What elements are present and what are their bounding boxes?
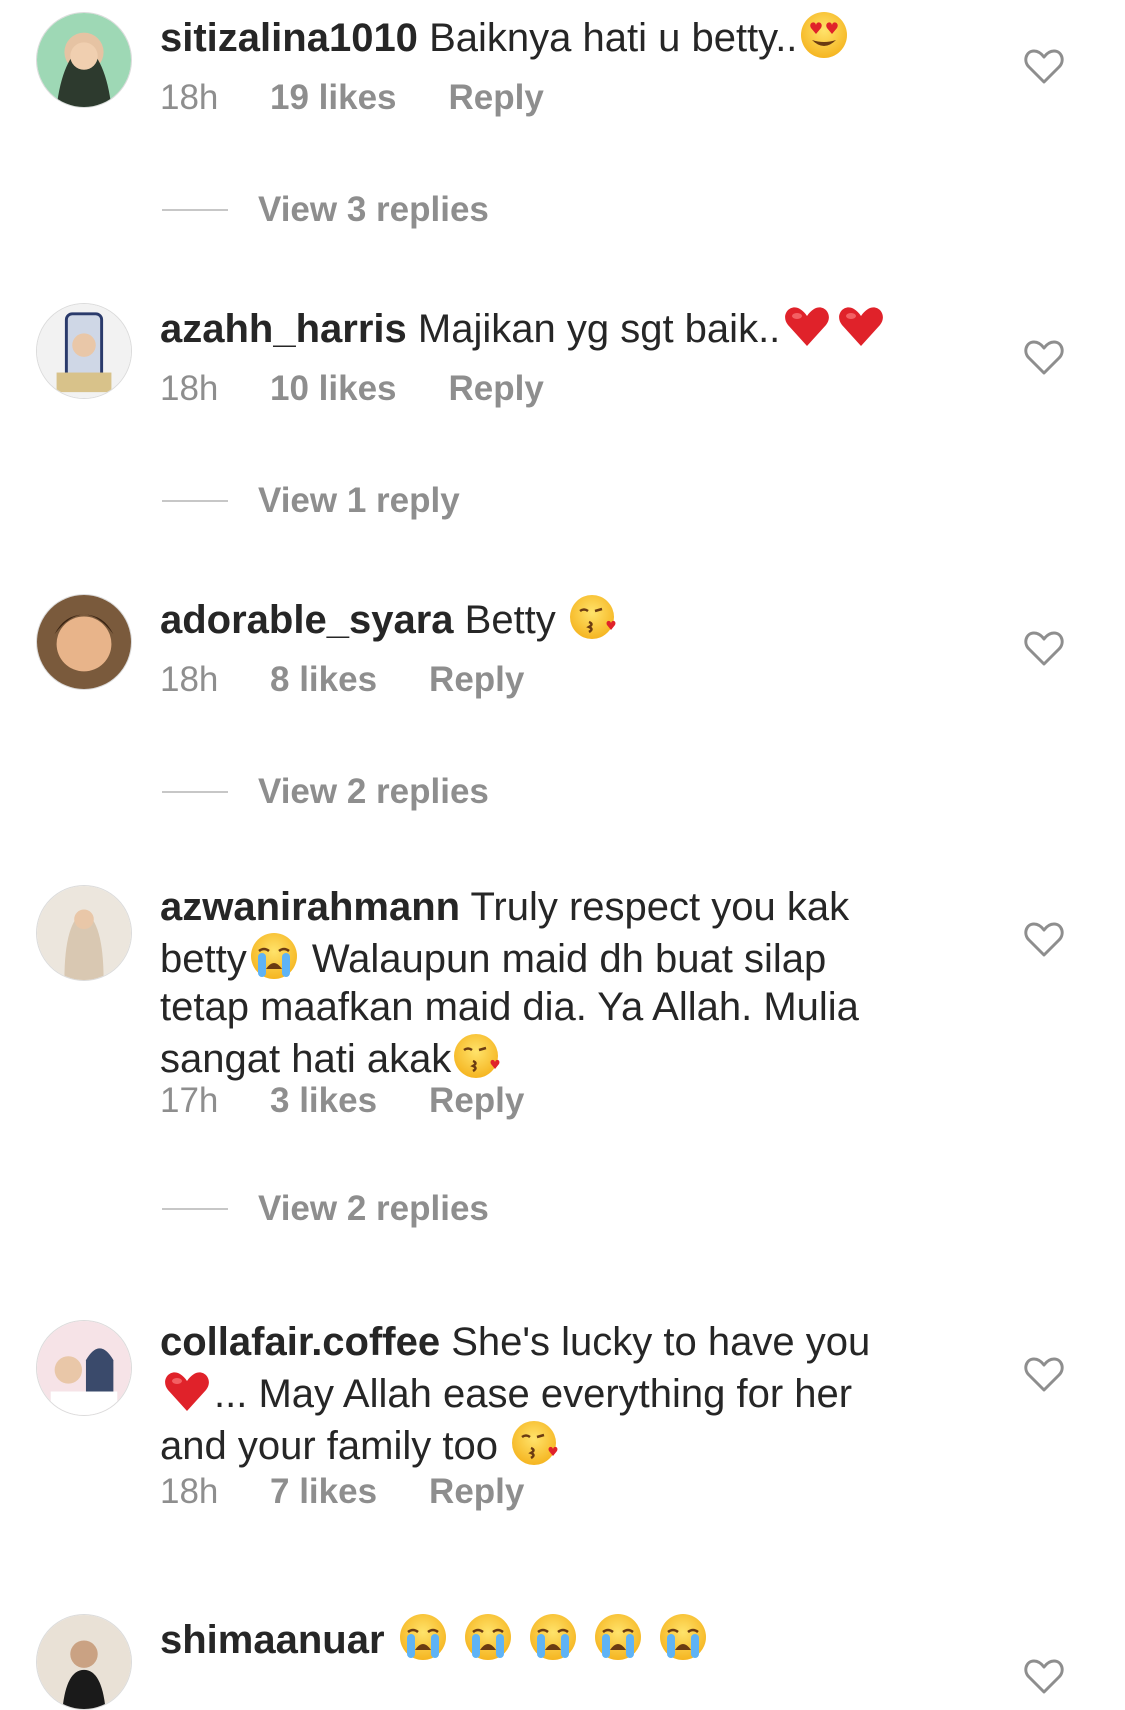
crying-emoji [249,931,299,981]
reply-button[interactable]: Reply [429,1081,524,1121]
view-replies-button[interactable]: View 2 replies [162,772,489,812]
comment-time: 18h [160,1472,219,1511]
comment-meta: 18h 10 likes Reply [160,369,544,409]
comment-meta: 18h 19 likes Reply [160,78,544,118]
avatar[interactable] [36,594,132,690]
likes-count[interactable]: 7 likes [270,1472,377,1512]
kissing-heart-emoji [511,1418,561,1468]
comment-time: 18h [160,660,219,699]
comment-meta: 17h 3 likes Reply [160,1081,524,1121]
red-heart-emoji [162,1366,212,1416]
comment-body-line1: Truly respect you kak [470,885,850,929]
comment-body: Betty [464,598,556,642]
kissing-heart-emoji [453,1031,503,1081]
red-heart-emoji [836,301,886,351]
crying-emoji [398,1612,448,1662]
view-replies-label: View 3 replies [258,190,489,229]
comment-body-line2a: betty [160,937,247,981]
username[interactable]: shimaanuar [160,1618,385,1662]
comment-meta: 18h 7 likes Reply [160,1472,524,1512]
heart-outline-icon[interactable] [1024,1658,1064,1694]
comment-body: Baiknya hati u betty.. [429,16,798,60]
likes-count[interactable]: 8 likes [270,660,377,700]
view-replies-label: View 2 replies [258,772,489,811]
reply-button[interactable]: Reply [449,369,544,409]
crying-emoji [593,1612,643,1662]
kissing-heart-emoji [569,592,619,642]
crying-emoji [658,1612,708,1662]
crying-emoji [463,1612,513,1662]
comment-time: 17h [160,1081,219,1120]
comment-body-line1: She's lucky to have you [451,1320,871,1364]
divider-line [162,500,228,502]
heart-outline-icon[interactable] [1024,921,1064,957]
comment-body-line2b: Walaupun maid dh buat silap [311,937,827,981]
avatar[interactable] [36,885,132,981]
heart-outline-icon[interactable] [1024,630,1064,666]
comment-meta: 18h 8 likes Reply [160,660,524,700]
heart-eyes-emoji [799,10,849,60]
view-replies-button[interactable]: View 3 replies [162,190,489,230]
heart-outline-icon[interactable] [1024,1356,1064,1392]
username[interactable]: azwanirahmann [160,885,460,929]
divider-line [162,1208,228,1210]
username[interactable]: collafair.coffee [160,1320,440,1364]
divider-line [162,791,228,793]
view-replies-button[interactable]: View 2 replies [162,1189,489,1229]
comment-body-line2: ... May Allah ease everything for her [214,1372,853,1416]
avatar[interactable] [36,1320,132,1416]
comment-text: adorable_syara Betty [160,592,940,644]
username[interactable]: adorable_syara [160,598,454,642]
comment-text: azwanirahmann Truly respect you kak bett… [160,883,940,1083]
likes-count[interactable]: 10 likes [270,369,397,409]
reply-button[interactable]: Reply [449,78,544,118]
comment-body-line3: and your family too [160,1424,498,1468]
comment-body-line3: tetap maafkan maid dia. Ya Allah. Mulia [160,985,859,1029]
reply-button[interactable]: Reply [429,660,524,700]
comment-text: shimaanuar [160,1612,940,1664]
avatar[interactable] [36,303,132,399]
view-replies-button[interactable]: View 1 reply [162,481,460,521]
comment-body: Majikan yg sgt baik.. [417,307,781,351]
likes-count[interactable]: 3 likes [270,1081,377,1121]
comment-text: sitizalina1010 Baiknya hati u betty.. [160,10,940,62]
heart-outline-icon[interactable] [1024,48,1064,84]
view-replies-label: View 1 reply [258,481,460,520]
view-replies-label: View 2 replies [258,1189,489,1228]
likes-count[interactable]: 19 likes [270,78,397,118]
crying-emoji [528,1612,578,1662]
comment-body-line4: sangat hati akak [160,1037,452,1081]
comment-time: 18h [160,78,219,117]
reply-button[interactable]: Reply [429,1472,524,1512]
comment-time: 18h [160,369,219,408]
divider-line [162,209,228,211]
heart-outline-icon[interactable] [1024,339,1064,375]
username[interactable]: sitizalina1010 [160,16,418,60]
avatar[interactable] [36,1614,132,1710]
avatar[interactable] [36,12,132,108]
username[interactable]: azahh_harris [160,307,407,351]
comment-text: collafair.coffee She's lucky to have you… [160,1318,940,1470]
red-heart-emoji [782,301,832,351]
comment-text: azahh_harris Majikan yg sgt baik.. [160,301,940,353]
